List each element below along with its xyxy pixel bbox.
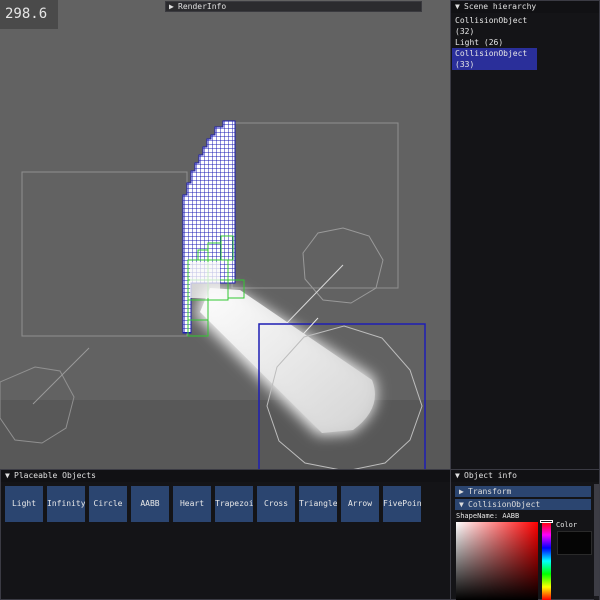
expanded-arrow-icon[interactable]: ▼ — [455, 1, 464, 13]
scene-hierarchy-panel: ▼ Scene hierarchy CollisionObject (32) Li… — [450, 0, 600, 470]
place-triangle-button[interactable]: Triangle — [299, 486, 337, 522]
object-info-title: Object info — [464, 471, 517, 480]
scene-hierarchy-title: Scene hierarchy — [464, 2, 537, 11]
collisionobject-section-header[interactable]: ▼ CollisionObject — [455, 499, 591, 510]
place-arrow-button[interactable]: Arrow — [341, 486, 379, 522]
expanded-arrow-icon[interactable]: ▼ — [459, 499, 468, 510]
scene-hierarchy-titlebar[interactable]: ▼ Scene hierarchy — [451, 1, 599, 13]
color-hue-slider[interactable] — [542, 522, 551, 600]
object-info-titlebar[interactable]: ▼ Object info — [451, 470, 599, 482]
hierarchy-item-light-26[interactable]: Light (26) — [452, 37, 537, 48]
shape-name-text: ShapeName: AABB — [456, 512, 520, 520]
place-cross-button[interactable]: Cross — [257, 486, 295, 522]
place-light-button[interactable]: Light — [5, 486, 43, 522]
render-info-window[interactable]: ▶ RenderInfo — [165, 1, 422, 12]
fps-counter: 298.6 — [0, 0, 58, 29]
collisionobject-label: CollisionObject — [468, 500, 541, 509]
circle-direction-line — [283, 264, 344, 327]
collapsed-arrow-icon[interactable]: ▶ — [169, 2, 178, 11]
floor-shade — [0, 400, 450, 470]
circle-direction-line — [32, 347, 90, 405]
placeable-objects-panel: ▼ Placeable Objects Light Infinity Circle… — [0, 469, 451, 600]
object-info-panel: ▼ Object info ▶ Transform ▼ CollisionObject… — [450, 469, 600, 600]
place-fivepoint-button[interactable]: FivePoint — [383, 486, 421, 522]
hue-slider-handle[interactable] — [540, 520, 553, 523]
lit-cell-highlight — [190, 262, 220, 298]
aabb-outline[interactable] — [21, 171, 188, 337]
place-circle-button[interactable]: Circle — [89, 486, 127, 522]
color-saturation-value-picker[interactable] — [456, 522, 538, 600]
scene-canvas[interactable] — [0, 0, 450, 470]
scrollbar-thumb[interactable] — [594, 484, 599, 596]
transform-section-header[interactable]: ▶ Transform — [455, 486, 591, 497]
place-infinity-button[interactable]: Infinity — [47, 486, 85, 522]
color-label: Color — [556, 521, 578, 529]
transform-label: Transform — [468, 487, 512, 496]
hierarchy-item-collisionobject-33[interactable]: CollisionObject (33) — [452, 48, 537, 70]
placeable-objects-title: Placeable Objects — [14, 471, 96, 480]
scene-viewport[interactable]: 298.6 ▶ RenderInfo — [0, 0, 450, 470]
aabb-outline[interactable] — [231, 122, 399, 289]
color-swatch[interactable] — [557, 531, 592, 555]
expanded-arrow-icon[interactable]: ▼ — [455, 470, 464, 482]
place-trapezoid-button[interactable]: Trapezoid — [215, 486, 253, 522]
placeable-objects-titlebar[interactable]: ▼ Placeable Objects — [1, 470, 450, 482]
object-info-scrollbar[interactable] — [594, 484, 599, 600]
hierarchy-item-collisionobject-32[interactable]: CollisionObject (32) — [452, 15, 537, 37]
collapsed-arrow-icon[interactable]: ▶ — [459, 486, 468, 497]
place-aabb-button[interactable]: AABB — [131, 486, 169, 522]
place-heart-button[interactable]: Heart — [173, 486, 211, 522]
render-info-title: RenderInfo — [178, 2, 227, 11]
expanded-arrow-icon[interactable]: ▼ — [5, 470, 14, 482]
